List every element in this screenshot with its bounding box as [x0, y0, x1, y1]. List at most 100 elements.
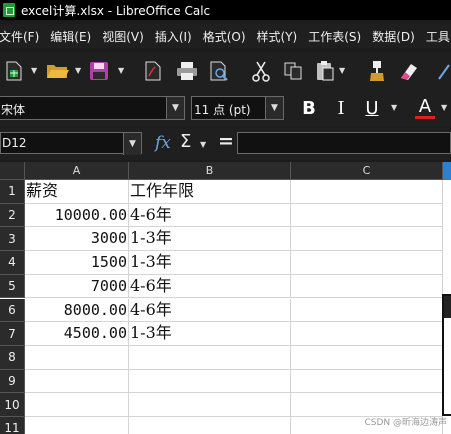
formula-input[interactable]: [237, 132, 451, 154]
function-wizard-icon[interactable]: fx: [155, 133, 171, 153]
column-header-a[interactable]: A: [25, 162, 129, 180]
cell-a[interactable]: [25, 369, 129, 394]
cell-a[interactable]: [25, 345, 129, 370]
cell-a[interactable]: [25, 393, 129, 417]
window-title: excel计算.xlsx - LibreOffice Calc: [21, 3, 211, 18]
cell-c[interactable]: [291, 180, 443, 204]
underline-button[interactable]: U: [364, 96, 380, 120]
cell-b[interactable]: 4-6年: [129, 203, 291, 228]
spreadsheet-grid: A B C 1 薪资 工作年限 2 10000.00 4-6年 3 3000 1-3年 4 1500…: [0, 162, 451, 434]
row-header[interactable]: 1: [0, 180, 25, 204]
cell-b[interactable]: [129, 369, 291, 394]
name-box[interactable]: D12 ▼: [0, 132, 142, 155]
cell-a[interactable]: 1500: [25, 251, 129, 275]
print-preview-icon[interactable]: [208, 60, 230, 82]
row-header[interactable]: 4: [0, 251, 25, 275]
menu-insert[interactable]: 插入(I): [155, 28, 192, 45]
cell-c[interactable]: [291, 345, 443, 370]
menu-format[interactable]: 格式(O): [203, 28, 246, 45]
cell-a[interactable]: 4500.00: [25, 322, 129, 346]
row-header[interactable]: 5: [0, 274, 25, 299]
cell-border-frame: [442, 294, 451, 416]
row-header[interactable]: 7: [0, 322, 25, 346]
menu-styles[interactable]: 样式(Y): [257, 28, 298, 45]
cell-c[interactable]: [291, 322, 443, 346]
cell-a[interactable]: 10000.00: [25, 203, 129, 228]
name-box-value: D12: [2, 136, 27, 150]
column-header-b[interactable]: B: [129, 162, 291, 180]
cell-c[interactable]: [291, 203, 443, 228]
row-header[interactable]: 2: [0, 203, 25, 228]
cell-b[interactable]: 4-6年: [129, 298, 291, 323]
export-pdf-icon[interactable]: [142, 60, 164, 82]
clone-formatting-icon[interactable]: [366, 60, 388, 82]
row-header[interactable]: 9: [0, 369, 25, 394]
name-box-dropdown-icon[interactable]: ▼: [123, 133, 141, 155]
open-dropdown-icon[interactable]: ▼: [75, 67, 83, 75]
font-size-dropdown-icon[interactable]: ▼: [265, 97, 283, 119]
copy-icon[interactable]: [282, 60, 304, 82]
row-header[interactable]: 10: [0, 393, 25, 417]
print-icon[interactable]: [174, 60, 200, 82]
column-header-d-selected[interactable]: [443, 162, 451, 180]
font-color-letter: A: [418, 95, 432, 117]
cell-a[interactable]: 8000.00: [25, 298, 129, 323]
cut-icon[interactable]: [250, 60, 272, 82]
sum-icon[interactable]: Σ: [180, 131, 191, 152]
cell-b[interactable]: 1-3年: [129, 251, 291, 275]
row-header[interactable]: 8: [0, 345, 25, 370]
menu-file[interactable]: 文件(F): [0, 28, 39, 45]
cell-c[interactable]: [291, 227, 443, 252]
column-header-c[interactable]: C: [291, 162, 443, 180]
menu-sheet[interactable]: 工作表(S): [308, 28, 361, 45]
font-color-dropdown-icon[interactable]: ▼: [441, 104, 449, 112]
formula-bar: D12 ▼ fx Σ ▼ =: [0, 128, 451, 160]
font-color-button[interactable]: A: [414, 96, 436, 120]
menu-tools[interactable]: 工具: [426, 28, 450, 45]
cell-b[interactable]: 4-6年: [129, 274, 291, 299]
new-dropdown-icon[interactable]: ▼: [31, 67, 39, 75]
font-size-box[interactable]: 11 点 (pt) ▼: [191, 96, 284, 120]
cell-b[interactable]: 1-3年: [129, 227, 291, 252]
cell-a[interactable]: 3000: [25, 227, 129, 252]
open-folder-icon[interactable]: [45, 60, 71, 82]
font-name-dropdown-icon[interactable]: ▼: [166, 97, 184, 119]
sum-dropdown-icon[interactable]: ▼: [200, 140, 206, 149]
cell-c[interactable]: [291, 298, 443, 323]
cell-a[interactable]: 薪资: [25, 180, 129, 204]
cell-b[interactable]: 工作年限: [129, 180, 291, 204]
underline-dropdown-icon[interactable]: ▼: [391, 104, 399, 112]
formula-equals-icon[interactable]: =: [218, 130, 234, 152]
cell-b[interactable]: [129, 417, 291, 434]
paste-icon[interactable]: [314, 60, 336, 82]
paste-dropdown-icon[interactable]: ▼: [339, 67, 347, 75]
cell-a[interactable]: [25, 417, 129, 434]
cell-c[interactable]: [291, 393, 443, 417]
cell-c[interactable]: [291, 251, 443, 275]
cell-a[interactable]: 7000: [25, 274, 129, 299]
new-spreadsheet-icon[interactable]: [3, 60, 25, 82]
row-header[interactable]: 3: [0, 227, 25, 252]
cell-b[interactable]: [129, 393, 291, 417]
cell-c[interactable]: [291, 274, 443, 299]
cell-b[interactable]: 1-3年: [129, 322, 291, 346]
save-icon[interactable]: [88, 60, 110, 82]
menu-data[interactable]: 数据(D): [372, 28, 415, 45]
save-dropdown-icon[interactable]: ▼: [118, 67, 126, 75]
menu-view[interactable]: 视图(V): [102, 28, 144, 45]
row-header[interactable]: 11: [0, 417, 25, 434]
italic-button[interactable]: I: [334, 96, 348, 120]
font-name-value: 宋体: [1, 103, 26, 117]
title-bar: excel计算.xlsx - LibreOffice Calc: [0, 0, 451, 20]
cell-c[interactable]: [291, 369, 443, 394]
font-size-value: 11 点 (pt): [194, 103, 251, 117]
font-name-box[interactable]: 宋体 ▼: [0, 96, 185, 120]
menu-edit[interactable]: 编辑(E): [50, 28, 91, 45]
bold-button[interactable]: B: [301, 96, 317, 120]
more-toolbar-icon[interactable]: [436, 60, 451, 82]
cell-b[interactable]: [129, 345, 291, 370]
row-header[interactable]: 6: [0, 298, 25, 323]
select-all-corner[interactable]: [0, 162, 25, 180]
formatting-toolbar: 宋体 ▼ 11 点 (pt) ▼ B I U ▼ A ▼: [0, 90, 451, 126]
clear-formatting-icon[interactable]: [398, 60, 420, 82]
